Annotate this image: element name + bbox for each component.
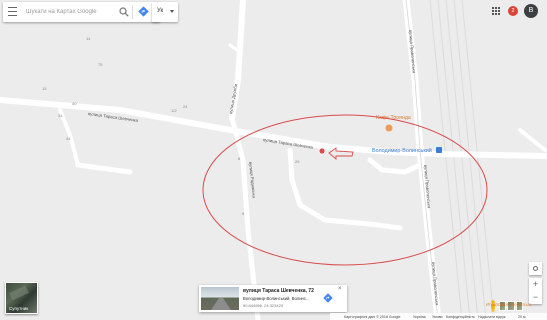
terms-link[interactable]: Умови — [432, 315, 443, 319]
place-info-card: вулиця Тараса Шевченка, 72 Володимир-Вол… — [199, 285, 347, 312]
my-location-button[interactable] — [529, 262, 542, 275]
place-coordinates: 50.844966, 24.323429 — [243, 303, 284, 308]
apps-grid-icon[interactable] — [492, 7, 500, 15]
house-number: 75 — [98, 62, 103, 67]
house-number: 1/2 — [171, 108, 177, 113]
poi-station[interactable]: Володимир-Волинський — [372, 147, 442, 154]
map-canvas[interactable]: вулиця Тараса Шевченка вулиця Тараса Шев… — [0, 0, 547, 320]
poi-station-label: Володимир-Волинський — [372, 147, 432, 154]
country-label: Україна — [413, 314, 426, 319]
place-title[interactable]: вулиця Тараса Шевченка, 72 — [243, 288, 314, 294]
map-footer: Картографічні дані © 2018 Google Україна… — [330, 313, 547, 320]
house-number: 25 — [295, 159, 300, 164]
selected-place-pin[interactable] — [318, 147, 326, 155]
zoom-controls: + − — [529, 278, 542, 304]
language-label: Ук — [157, 8, 164, 14]
house-number: 14 — [86, 36, 91, 41]
house-number: 24 — [183, 104, 188, 109]
directions-icon[interactable] — [138, 6, 149, 17]
search-divider — [132, 5, 133, 19]
house-number: 40 — [72, 101, 77, 106]
watermark: ProstoSport.Forum.ua — [486, 303, 532, 308]
satellite-toggle-label: Супутник — [9, 306, 29, 311]
house-number: 34 — [58, 113, 63, 118]
directions-icon[interactable] — [323, 293, 333, 303]
close-icon[interactable]: × — [338, 286, 342, 292]
search-box — [3, 2, 160, 22]
satellite-toggle[interactable]: Супутник — [5, 282, 38, 314]
street-view-thumbnail[interactable] — [201, 287, 239, 310]
notifications-badge[interactable]: 2 — [508, 6, 518, 16]
account-avatar[interactable]: B — [524, 4, 538, 18]
search-input[interactable] — [26, 5, 114, 19]
search-icon[interactable] — [119, 7, 129, 17]
menu-icon[interactable] — [8, 7, 17, 16]
house-number: 44 — [66, 136, 71, 141]
location-icon — [533, 266, 538, 271]
scale-label[interactable]: 20 м — [518, 315, 525, 319]
place-address: Володимир-Волинський, Волинс... — [243, 296, 310, 301]
privacy-link[interactable]: Конфіденційність — [446, 315, 475, 319]
poi-cafe-label: Кафе Троянда — [376, 115, 411, 121]
chevron-down-icon — [170, 10, 174, 13]
zoom-in-button[interactable]: + — [529, 278, 542, 291]
house-number: 15 — [42, 86, 47, 91]
feedback-link[interactable]: Надіслати відгук — [478, 315, 505, 319]
map-data-credit: Картографічні дані © 2018 Google — [344, 314, 401, 319]
language-selector[interactable]: Ук — [152, 2, 178, 22]
